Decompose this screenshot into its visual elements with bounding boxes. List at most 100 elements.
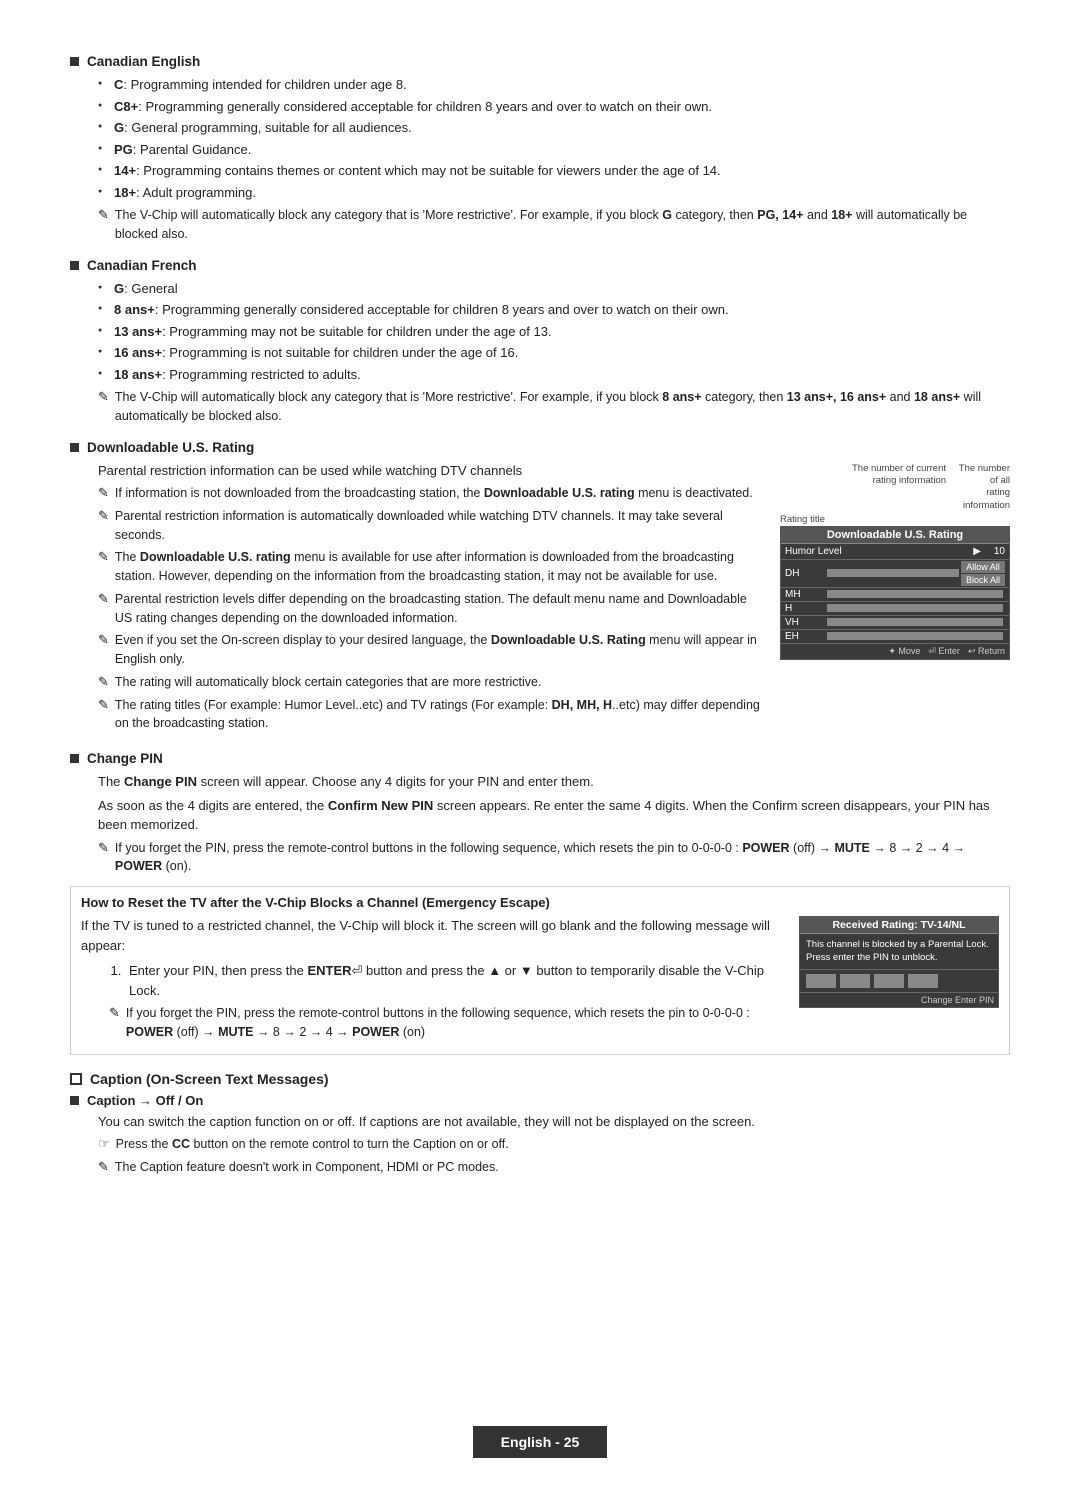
downloadable-right: The number of currentrating information …	[780, 463, 1010, 660]
pin-input-3[interactable]	[874, 974, 904, 988]
list-item: 8 ans+: Programming generally considered…	[98, 300, 1010, 320]
list-item: C8+: Programming generally considered ac…	[98, 97, 1010, 117]
humor-arrow-icon: ▶	[973, 546, 981, 557]
caption-section-header: Caption (On-Screen Text Messages)	[70, 1071, 1010, 1087]
note-icon: ☞	[98, 1136, 110, 1152]
row-label-h: H	[785, 603, 825, 614]
row-bar-dh	[827, 569, 959, 577]
note-text: The V-Chip will automatically block any …	[115, 206, 1010, 244]
humor-num: 10	[985, 546, 1005, 557]
list-item: G: General	[98, 279, 1010, 299]
pin-inputs	[800, 970, 998, 993]
caption-checkbox-icon	[70, 1073, 82, 1085]
dl-note-1: ✎ If information is not downloaded from …	[98, 484, 760, 503]
note-text: If you forget the PIN, press the remote-…	[115, 839, 1010, 877]
nav-enter: ⏎ Enter	[928, 646, 960, 657]
note-text: Press the CC button on the remote contro…	[116, 1135, 509, 1154]
note-icon: ✎	[98, 389, 109, 405]
row-label-eh: EH	[785, 631, 825, 642]
canadian-french-title: Canadian French	[87, 258, 197, 273]
list-item: Enter your PIN, then press the ENTER⏎ bu…	[125, 961, 783, 1000]
list-item: 18 ans+: Programming restricted to adult…	[98, 365, 1010, 385]
page-content: Canadian English C: Programming intended…	[0, 0, 1080, 1261]
canadian-french-note: ✎ The V-Chip will automatically block an…	[98, 388, 1010, 426]
caption-sub-header: Caption → Off / On	[70, 1093, 1010, 1108]
section-bullet-icon	[70, 754, 79, 763]
humor-row: Humor Level ▶ 10	[781, 544, 1009, 560]
row-label-mh: MH	[785, 589, 825, 600]
caption-note-2: ✎ The Caption feature doesn't work in Co…	[98, 1158, 1010, 1177]
block-all-button[interactable]: Block All	[961, 574, 1005, 586]
list-item: 14+: Programming contains themes or cont…	[98, 161, 1010, 181]
canadian-english-list: C: Programming intended for children und…	[98, 75, 1010, 202]
allow-all-button[interactable]: Allow All	[961, 561, 1005, 573]
rating-box-title: Downloadable U.S. Rating	[781, 527, 1009, 544]
list-item: C: Programming intended for children und…	[98, 75, 1010, 95]
emergency-right: Received Rating: TV-14/NL This channel i…	[799, 916, 999, 1008]
note-text: The rating will automatically block cert…	[115, 673, 542, 692]
section-bullet-icon	[70, 443, 79, 452]
note-text: Parental restriction levels differ depen…	[115, 590, 760, 628]
received-box-title: Received Rating: TV-14/NL	[800, 917, 998, 934]
list-item: 18+: Adult programming.	[98, 183, 1010, 203]
received-box-body: This channel is blocked by a Parental Lo…	[800, 934, 998, 970]
row-buttons: Allow All Block All	[961, 561, 1005, 586]
list-item: 16 ans+: Programming is not suitable for…	[98, 343, 1010, 363]
rating-row-mh: MH	[781, 588, 1009, 602]
note-icon: ✎	[98, 697, 109, 713]
rating-header-col1: The number of currentrating information	[852, 463, 946, 512]
note-text: Even if you set the On-screen display to…	[115, 631, 760, 669]
change-pin-header: Change PIN	[70, 751, 1010, 766]
section-bullet-icon	[70, 1096, 79, 1105]
note-text: The Downloadable U.S. rating menu is ava…	[115, 548, 760, 586]
note-icon: ✎	[98, 840, 109, 856]
footer-badge: English - 25	[473, 1426, 608, 1458]
note-icon: ✎	[98, 485, 109, 501]
note-text: The V-Chip will automatically block any …	[115, 388, 1010, 426]
row-bar-h	[827, 604, 1003, 612]
emergency-section: How to Reset the TV after the V-Chip Blo…	[70, 886, 1010, 1055]
change-pin-body2: As soon as the 4 digits are entered, the…	[98, 796, 1010, 835]
row-bar-eh	[827, 632, 1003, 640]
pin-input-1[interactable]	[806, 974, 836, 988]
note-text: If you forget the PIN, press the remote-…	[126, 1004, 783, 1042]
caption-body: You can switch the caption function on o…	[98, 1112, 1010, 1132]
rating-row-vh: VH	[781, 616, 1009, 630]
change-pin-title: Change PIN	[87, 751, 163, 766]
footer: English - 25	[0, 1426, 1080, 1458]
canadian-english-header: Canadian English	[70, 54, 1010, 69]
dl-note-5: ✎ Even if you set the On-screen display …	[98, 631, 760, 669]
rating-row-eh: EH	[781, 630, 1009, 644]
change-pin-body1: The Change PIN screen will appear. Choos…	[98, 772, 1010, 792]
emergency-left: If the TV is tuned to a restricted chann…	[81, 916, 783, 1046]
downloadable-rating-title: Downloadable U.S. Rating	[87, 440, 254, 455]
note-icon: ✎	[98, 1159, 109, 1175]
row-label-dh: DH	[785, 568, 825, 579]
rating-row-dh: DH Allow All Block All	[781, 560, 1009, 588]
section-bullet-icon	[70, 261, 79, 270]
canadian-french-header: Canadian French	[70, 258, 1010, 273]
list-item: PG: Parental Guidance.	[98, 140, 1010, 160]
emergency-title: How to Reset the TV after the V-Chip Blo…	[81, 895, 999, 910]
row-bar-mh	[827, 590, 1003, 598]
pin-input-2[interactable]	[840, 974, 870, 988]
dl-note-7: ✎ The rating titles (For example: Humor …	[98, 696, 760, 734]
rating-nav: ✦ Move ⏎ Enter ↩ Return	[781, 644, 1009, 659]
emergency-body: If the TV is tuned to a restricted chann…	[81, 916, 783, 955]
canadian-french-list: G: General 8 ans+: Programming generally…	[98, 279, 1010, 385]
note-text: The Caption feature doesn't work in Comp…	[115, 1158, 499, 1177]
pin-input-4[interactable]	[908, 974, 938, 988]
row-label-vh: VH	[785, 617, 825, 628]
section-bullet-icon	[70, 57, 79, 66]
downloadable-rating-box: Downloadable U.S. Rating Humor Level ▶ 1…	[780, 526, 1010, 660]
caption-note-1: ☞ Press the CC button on the remote cont…	[98, 1135, 1010, 1154]
received-rating-box: Received Rating: TV-14/NL This channel i…	[799, 916, 999, 1008]
rating-title-label: Rating title	[780, 514, 845, 525]
downloadable-rating-content: Parental restriction information can be …	[70, 461, 1010, 738]
note-icon: ✎	[98, 508, 109, 524]
dl-note-3: ✎ The Downloadable U.S. rating menu is a…	[98, 548, 760, 586]
emergency-content: If the TV is tuned to a restricted chann…	[81, 916, 999, 1046]
note-text: The rating titles (For example: Humor Le…	[115, 696, 760, 734]
note-icon: ✎	[98, 591, 109, 607]
change-pin-note: ✎ If you forget the PIN, press the remot…	[98, 839, 1010, 877]
